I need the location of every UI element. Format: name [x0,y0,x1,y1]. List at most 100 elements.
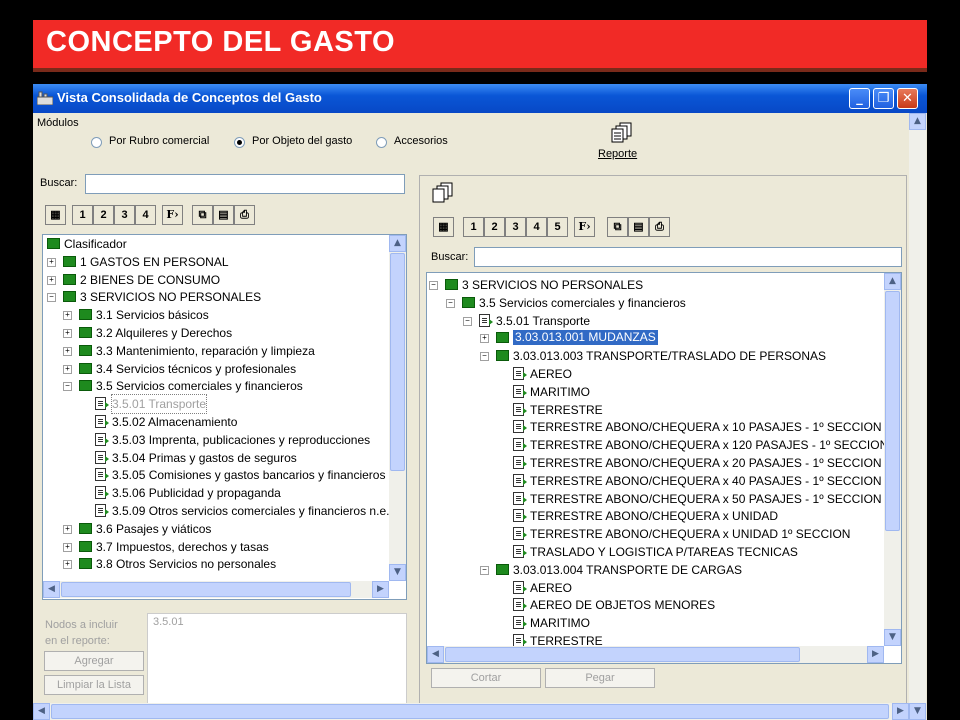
right-preview-button[interactable]: ▤ [628,217,649,237]
right-search-input[interactable] [474,247,902,267]
expand-icon[interactable]: + [63,329,72,338]
tree-node[interactable]: 3.5.04 Primas y gastos de seguros [43,449,389,467]
tree-node[interactable]: TERRESTRE ABONO/CHEQUERA x 50 PASAJES - … [427,490,884,508]
expand-icon[interactable]: + [47,257,56,267]
collapse-icon[interactable]: − [47,293,56,303]
scroll-right-icon[interactable]: ▶ [867,646,884,663]
tree-node[interactable]: TERRESTRE ABONO/CHEQUERA x UNIDAD 1º SEC… [427,525,884,543]
right-print-button[interactable]: ⎙ [649,217,670,237]
window-hscroll-thumb[interactable] [51,704,889,719]
copies-icon[interactable] [432,182,454,204]
left-hscroll-thumb[interactable] [61,582,351,597]
expand-icon[interactable]: + [63,346,72,356]
scroll-down-icon[interactable]: ▼ [389,564,406,581]
scroll-left-icon[interactable]: ◀ [33,703,50,720]
right-level-4-button[interactable]: 4 [526,217,547,237]
right-level-2-button[interactable]: 2 [484,217,505,237]
window-vscroll[interactable]: ▲ ▼ [909,113,926,720]
radio-rubro[interactable] [91,137,102,148]
tree-node[interactable]: +3.6 Pasajes y viáticos [43,520,389,538]
scroll-up-icon[interactable]: ▲ [389,235,406,252]
right-function-button[interactable]: F› [574,217,595,237]
scroll-left-icon[interactable]: ◀ [427,646,444,663]
report-label[interactable]: Reporte [598,148,637,160]
tree-node[interactable]: +3.1 Servicios básicos [43,306,389,324]
radio-rubro-label[interactable]: Por Rubro comercial [109,135,209,147]
radio-objeto[interactable] [234,137,245,148]
tree-node[interactable]: TERRESTRE ABONO/CHEQUERA x 40 PASAJES - … [427,472,884,490]
right-tree-icon-button[interactable]: ▦ [433,217,454,237]
radio-accesorios[interactable] [376,137,387,148]
title-bar[interactable]: Vista Consolidada de Conceptos del Gasto… [33,84,927,113]
tree-node[interactable]: 3.5.03 Imprenta, publicaciones y reprodu… [43,431,389,449]
expand-icon[interactable]: + [63,542,72,552]
tree-node[interactable]: 3.5.01 Transporte [43,394,389,415]
left-tree-icon-button[interactable]: ▦ [45,205,66,225]
tree-node[interactable]: − 3.5.01 Transporte [427,312,884,330]
scroll-left-icon[interactable]: ◀ [43,581,60,598]
scroll-right-icon[interactable]: ▶ [372,581,389,598]
paste-button[interactable]: Pegar [545,668,655,688]
cut-button[interactable]: Cortar [431,668,541,688]
right-tree-panel[interactable]: −3 SERVICIOS NO PERSONALES −3.5 Servicios… [426,272,902,664]
radio-objeto-label[interactable]: Por Objeto del gasto [252,135,352,147]
left-level-3-button[interactable]: 3 [114,205,135,225]
right-level-1-button[interactable]: 1 [463,217,484,237]
right-copy-button[interactable]: ⧉ [607,217,628,237]
right-level-5-button[interactable]: 5 [547,217,568,237]
right-level-3-button[interactable]: 3 [505,217,526,237]
report-icon[interactable] [611,122,633,144]
left-tree-panel[interactable]: Clasificador +1 GASTOS EN PERSONAL +2 BIEN… [42,234,407,600]
collapse-icon[interactable]: − [463,316,472,326]
expand-icon[interactable]: + [63,311,72,321]
tree-node[interactable]: − 3.5 Servicios comerciales y financieros [43,377,389,395]
scroll-up-icon[interactable]: ▲ [909,113,926,130]
left-level-1-button[interactable]: 1 [72,205,93,225]
collapse-icon[interactable]: − [63,382,72,392]
collapse-icon[interactable]: − [446,298,455,308]
expand-icon[interactable]: + [480,334,489,344]
tree-node[interactable]: +3.4 Servicios técnicos y profesionales [43,360,389,378]
tree-node[interactable]: − 3.03.013.004 TRANSPORTE DE CARGAS [427,561,884,579]
scroll-down-icon[interactable]: ▼ [884,629,901,646]
tree-node[interactable]: AEREO [427,365,884,383]
tree-node[interactable]: − 3 SERVICIOS NO PERSONALES [427,276,884,294]
left-level-4-button[interactable]: 4 [135,205,156,225]
expand-icon[interactable]: + [63,524,72,534]
tree-node[interactable]: TERRESTRE ABONO/CHEQUERA x UNIDAD [427,507,884,525]
expand-icon[interactable]: + [63,560,72,570]
left-level-2-button[interactable]: 2 [93,205,114,225]
collapse-icon[interactable]: − [480,352,489,362]
tree-node[interactable]: AEREO [427,579,884,597]
tree-node[interactable]: Clasificador [43,235,389,253]
left-print-button[interactable]: ⎙ [234,205,255,225]
right-vscroll-thumb[interactable] [885,291,900,531]
tree-node[interactable]: TRASLADO Y LOGISTICA P/TAREAS TECNICAS [427,543,884,561]
left-preview-button[interactable]: ▤ [213,205,234,225]
left-function-button[interactable]: F› [162,205,183,225]
tree-node[interactable]: +1 GASTOS EN PERSONAL [43,253,389,271]
tree-node[interactable]: MARITIMO [427,614,884,632]
expand-icon[interactable]: + [47,275,56,285]
tree-node[interactable]: +3.7 Impuestos, derechos y tasas [43,538,389,556]
right-hscroll[interactable]: ◀ ▶ [427,646,884,663]
tree-node[interactable]: − 3.5 Servicios comerciales y financieros [427,294,884,312]
tree-node[interactable]: AEREO DE OBJETOS MENORES [427,596,884,614]
window-hscroll[interactable]: ◀ ▶ [33,703,909,720]
scroll-down-icon[interactable]: ▼ [909,703,926,720]
maximize-button[interactable]: ❐ [873,88,894,109]
scroll-up-icon[interactable]: ▲ [884,273,901,290]
radio-accesorios-label[interactable]: Accesorios [394,135,448,147]
clear-list-button[interactable]: Limpiar la Lista [44,675,144,695]
tree-node[interactable]: +3.3 Mantenimiento, reparación y limpiez… [43,342,389,360]
tree-node[interactable]: 3.5.09 Otros servicios comerciales y fin… [43,502,389,520]
left-copy-button[interactable]: ⧉ [192,205,213,225]
tree-node[interactable]: − 3 SERVICIOS NO PERSONALES [43,288,389,306]
tree-node[interactable]: TERRESTRE [427,401,884,419]
tree-node[interactable]: +2 BIENES DE CONSUMO [43,271,389,289]
close-button[interactable]: ✕ [897,88,918,109]
tree-node[interactable]: 3.5.06 Publicidad y propaganda [43,484,389,502]
tree-node[interactable]: +3.03.013.001 MUDANZAS [427,329,884,347]
minimize-button[interactable]: _ [849,88,870,109]
tree-node[interactable]: MARITIMO [427,383,884,401]
